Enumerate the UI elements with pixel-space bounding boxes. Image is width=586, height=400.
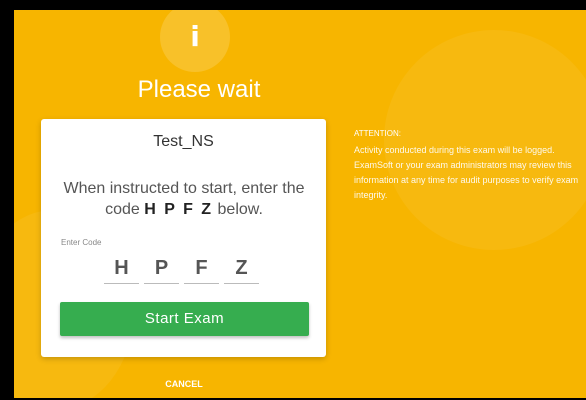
code-input-1[interactable]: H <box>104 255 139 284</box>
info-icon: i <box>160 10 230 72</box>
instruction-suffix: below. <box>217 201 263 218</box>
start-exam-button[interactable]: Start Exam <box>60 302 309 336</box>
exam-wait-screen: i Please wait Test_NS When instructed to… <box>14 10 586 398</box>
instruction-text: When instructed to start, enter the code… <box>59 178 309 220</box>
page-title: Please wait <box>137 76 261 103</box>
code-field-label: Enter Code <box>61 238 102 247</box>
code-input-3[interactable]: F <box>184 255 219 284</box>
cancel-button[interactable]: CANCEL <box>154 379 214 389</box>
code-input-2[interactable]: P <box>144 255 179 284</box>
code-input-group: H P F Z <box>104 255 264 284</box>
attention-body: Activity conducted during this exam will… <box>354 145 579 200</box>
code-input-4[interactable]: Z <box>224 255 259 284</box>
exam-name: Test_NS <box>153 133 214 150</box>
exam-card: Test_NS When instructed to start, enter … <box>41 119 326 357</box>
attention-notice: ATTENTION: Activity conducted during thi… <box>354 126 582 203</box>
info-icon-glyph: i <box>190 20 200 53</box>
attention-title: ATTENTION: <box>354 129 401 138</box>
exam-code: H P F Z <box>144 201 214 218</box>
